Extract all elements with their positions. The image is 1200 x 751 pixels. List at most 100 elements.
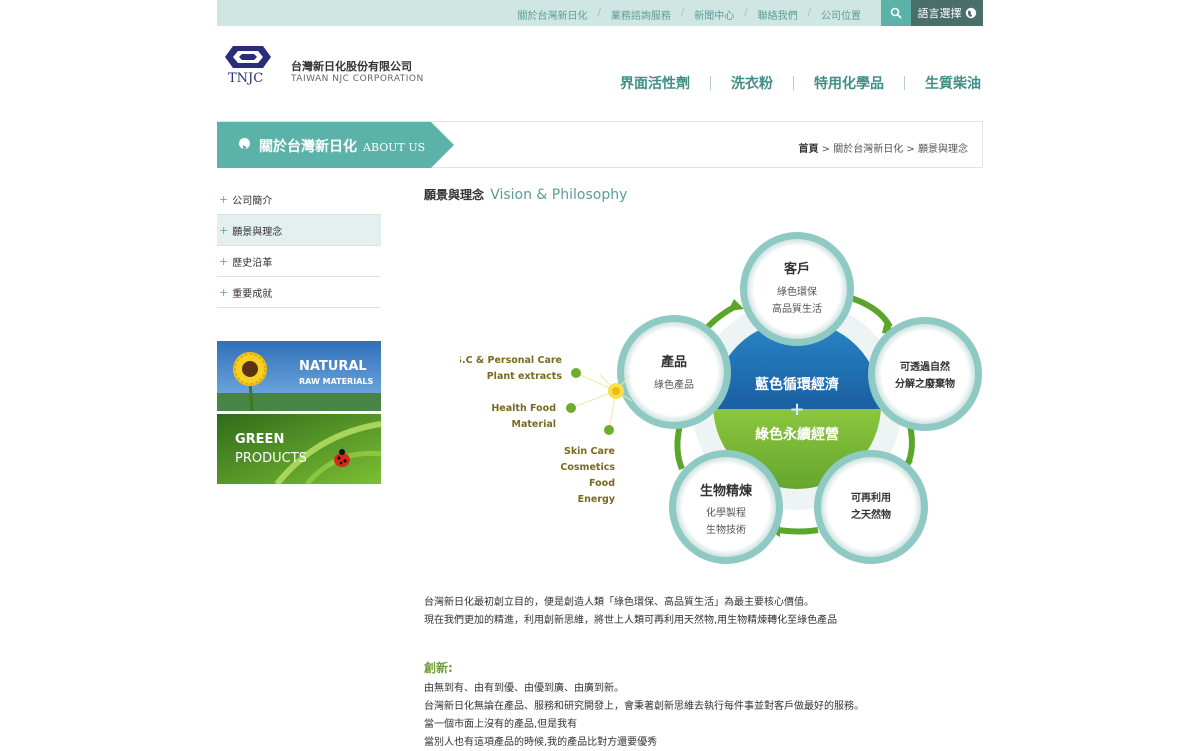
node-biorefinery xyxy=(669,450,783,564)
breadcrumb-separator: > xyxy=(821,144,831,155)
main-navigation: 界面活性劑 洗衣粉 特用化學品 生質柴油 xyxy=(600,73,1001,93)
sunflower-image xyxy=(217,341,381,411)
section-banner: 關於台灣新日化 ABOUT US 首頁 > 關於台灣新日化 > 願景與理念 xyxy=(217,121,983,168)
innovation-line: 當別人也有這項產品的時候,我的產品比對方還要優秀 xyxy=(424,737,658,748)
top-link-separator: / xyxy=(807,7,811,18)
breadcrumb-about[interactable]: 關於台灣新日化 xyxy=(833,144,903,155)
center-label-green-management: 綠色永續經營 xyxy=(755,426,839,443)
sidebar-item-label: 公司簡介 xyxy=(232,195,273,207)
language-select-button[interactable]: 語言選擇 xyxy=(911,0,983,26)
center-label-blue-economy: 藍色循環經濟 xyxy=(755,376,839,393)
promo1-line2: RAW MATERIALS xyxy=(299,377,374,386)
banner-title: 關於台灣新日化 ABOUT US xyxy=(259,136,425,156)
sidebar-item-label: 願景與理念 xyxy=(232,226,283,238)
top-link-news[interactable]: 新聞中心 xyxy=(694,7,734,22)
innovation-paragraph: 由無到有、由有到優、由優到廣、由廣到新。 台灣新日化無論在產品、服務和研究開發上… xyxy=(424,680,864,751)
label-cosmetics: Cosmetics xyxy=(560,462,615,473)
intro-line: 台灣新日化最初創立目的，便是創造人類「綠色環保、高品質生活」為最主要核心價值。 xyxy=(424,597,814,608)
top-link-location[interactable]: 公司位置 xyxy=(821,7,861,22)
node-customer-line2: 高品質生活 xyxy=(772,302,822,315)
intro-paragraph: 台灣新日化最初創立目的，便是創造人類「綠色環保、高品質生活」為最主要核心價值。 … xyxy=(424,594,837,630)
nav-item-specialty-chemicals[interactable]: 特用化學品 xyxy=(794,73,904,93)
sidebar-item-achievements[interactable]: + 重要成就 xyxy=(217,277,381,308)
nav-item-detergent[interactable]: 洗衣粉 xyxy=(711,73,793,93)
page-title-zh: 願景與理念 xyxy=(424,188,485,202)
dot-personal-care xyxy=(571,368,581,378)
page-title: 願景與理念 Vision & Philosophy xyxy=(424,186,627,203)
logo-wordmark: TNJC xyxy=(228,71,264,86)
node-reuse xyxy=(814,450,928,564)
promo-natural-raw-materials[interactable]: NATURAL RAW MATERIALS xyxy=(217,341,381,411)
company-name-zh: 台灣新日化股份有限公司 xyxy=(291,60,412,73)
nav-item-biodiesel[interactable]: 生質柴油 xyxy=(905,73,1001,93)
node-customer-title: 客戶 xyxy=(784,261,810,277)
promo-green-products[interactable]: GREEN PRODUCTS xyxy=(217,414,381,484)
node-customer-line1: 綠色環保 xyxy=(777,285,817,298)
top-link-separator: / xyxy=(744,7,748,18)
label-material: Material xyxy=(512,419,556,430)
top-link-about[interactable]: 關於台灣新日化 xyxy=(518,7,588,22)
breadcrumb-home[interactable]: 首頁 xyxy=(798,144,818,155)
node-product-title: 產品 xyxy=(660,354,687,370)
node-decompose-line2: 分解之廢棄物 xyxy=(895,377,955,390)
sidebar-menu: + 公司簡介 + 願景與理念 + 歷史沿革 + 重要成就 xyxy=(217,184,381,308)
node-reuse-line2: 之天然物 xyxy=(851,508,891,521)
circle-arrow-icon xyxy=(239,138,250,150)
innovation-line: 台灣新日化無論在產品、服務和研究開發上，會秉著創新思維去執行每件事並對客戶做最好… xyxy=(424,701,864,712)
label-sc-personal-care: S.C & Personal Care xyxy=(460,355,562,366)
dot-health-food xyxy=(566,403,576,413)
breadcrumb: 首頁 > 關於台灣新日化 > 願景與理念 xyxy=(798,140,968,155)
vision-cycle-diagram: 藍色循環經濟 + 綠色永續經營 客戶 綠色環保 高品質生活 可透過自然 分解之廢… xyxy=(460,232,982,564)
sidebar-item-vision[interactable]: + 願景與理念 xyxy=(217,215,381,246)
node-biorefinery-line1: 化學製程 xyxy=(706,506,746,519)
banner-title-zh: 關於台灣新日化 xyxy=(259,139,357,155)
sidebar-item-label: 重要成就 xyxy=(232,288,273,300)
breadcrumb-current: 願景與理念 xyxy=(918,144,968,155)
product-hub-core xyxy=(612,387,620,395)
plus-icon: + xyxy=(219,192,229,206)
innovation-line: 由無到有、由有到優、由優到廣、由廣到新。 xyxy=(424,683,624,694)
top-links: 關於台灣新日化 / 業務諮詢服務 / 新聞中心 / 聯絡我們 / 公司位置 xyxy=(518,7,862,22)
nav-item-surfactants[interactable]: 界面活性劑 xyxy=(600,73,710,93)
node-product-line1: 綠色產品 xyxy=(654,378,694,391)
search-button[interactable] xyxy=(881,0,911,26)
node-decompose xyxy=(868,317,982,431)
label-plant-extracts: Plant extracts xyxy=(487,371,563,382)
top-link-consulting[interactable]: 業務諮詢服務 xyxy=(611,7,671,22)
sidebar-item-history[interactable]: + 歷史沿革 xyxy=(217,246,381,277)
node-biorefinery-title: 生物精煉 xyxy=(700,483,753,499)
top-link-contact[interactable]: 聯絡我們 xyxy=(758,7,798,22)
sidebar-item-company-intro[interactable]: + 公司簡介 xyxy=(217,184,381,215)
top-link-separator: / xyxy=(597,7,601,18)
ladybug-leaf-image xyxy=(217,414,381,484)
innovation-line: 當一個市面上沒有的產品,但是我有 xyxy=(424,719,578,730)
sidebar-item-label: 歷史沿革 xyxy=(232,257,273,269)
plus-icon: + xyxy=(219,223,229,237)
label-skin-care: Skin Care xyxy=(564,446,615,457)
center-plus: + xyxy=(789,399,804,420)
node-decompose-line1: 可透過自然 xyxy=(900,360,950,373)
banner-title-en: ABOUT US xyxy=(363,141,426,154)
plus-icon: + xyxy=(219,254,229,268)
company-logo[interactable]: TNJC 台灣新日化股份有限公司 TAIWAN NJC CORPORATION xyxy=(225,44,425,92)
promo2-line1: GREEN xyxy=(235,432,285,447)
promo2-line2: PRODUCTS xyxy=(235,451,307,466)
company-name-en: TAIWAN NJC CORPORATION xyxy=(291,74,424,84)
globe-icon xyxy=(965,7,976,19)
promo1-line1: NATURAL xyxy=(299,359,367,374)
search-icon xyxy=(890,7,902,19)
label-energy: Energy xyxy=(578,494,616,505)
intro-line: 現在我們更加的精進，利用創新思維，將世上人類可再利用天然物,用生物精煉轉化至綠色… xyxy=(424,615,838,626)
node-biorefinery-line2: 生物技術 xyxy=(706,523,746,536)
label-food: Food xyxy=(589,478,615,489)
breadcrumb-separator: > xyxy=(906,144,915,155)
dot-skin-care xyxy=(604,425,614,435)
innovation-heading: 創新: xyxy=(424,661,453,675)
label-health-food: Health Food xyxy=(491,403,556,414)
top-utility-bar: 關於台灣新日化 / 業務諮詢服務 / 新聞中心 / 聯絡我們 / 公司位置 語言… xyxy=(217,0,983,26)
node-product xyxy=(617,315,731,429)
language-label: 語言選擇 xyxy=(917,7,962,20)
page-title-en: Vision & Philosophy xyxy=(490,187,628,203)
node-reuse-line1: 可再利用 xyxy=(851,491,891,504)
plus-icon: + xyxy=(219,285,229,299)
